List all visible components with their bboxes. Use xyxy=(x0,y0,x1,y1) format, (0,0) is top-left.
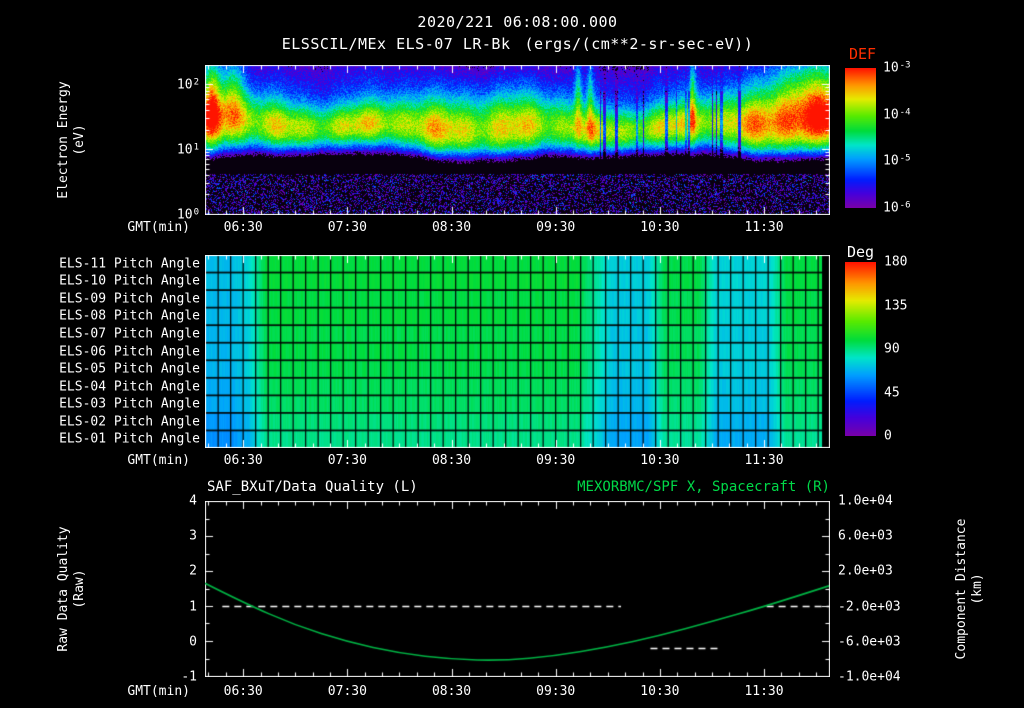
quality-axis-tick: 3 xyxy=(189,528,197,544)
energy-axis-tick: 101 xyxy=(176,142,199,158)
x-tick-label: 08:30 xyxy=(431,453,472,468)
distance-axis-tick: 2.0e+03 xyxy=(838,563,893,579)
pitch-row-label: ELS-08 Pitch Angle xyxy=(59,308,200,324)
pitch-row-label: ELS-06 Pitch Angle xyxy=(59,344,200,359)
def-colorbar-tick: 10-3 xyxy=(883,60,911,76)
quality-axis-tick: 2 xyxy=(189,563,197,579)
energy-axis-tick: 102 xyxy=(176,77,199,93)
pitch-row-label: ELS-11 Pitch Angle xyxy=(59,256,200,272)
pitch-row-label: ELS-10 Pitch Angle xyxy=(59,273,200,289)
def-colorbar-tick: 10-4 xyxy=(883,107,911,123)
quality-axis-tick: 0 xyxy=(189,634,197,650)
x-tick-label: 09:30 xyxy=(536,453,576,468)
x-tick-label: 08:30 xyxy=(431,220,472,235)
quality-axis-tick: -1 xyxy=(181,669,197,685)
generated-labels-layer: 06:30 07:30 08:30 09:30 10:30 11:30 06:30 07:30… xyxy=(0,0,1024,708)
x-tick-label: 09:30 xyxy=(536,684,576,699)
x-tick-label: 06:30 xyxy=(223,220,263,235)
distance-axis-tick: -6.0e+03 xyxy=(838,634,901,650)
x-tick-label: 06:30 xyxy=(223,684,263,699)
energy-axis-tick: 100 xyxy=(176,207,199,223)
x-tick-label: 11:30 xyxy=(744,684,784,699)
x-tick-label: 10:30 xyxy=(640,453,680,468)
x-tick-label: 10:30 xyxy=(640,684,680,699)
x-tick-label: 07:30 xyxy=(327,453,367,468)
pitch-row-label: ELS-05 Pitch Angle xyxy=(59,361,200,377)
distance-axis-tick: -2.0e+03 xyxy=(838,599,901,615)
pitch-row-label: ELS-03 Pitch Angle xyxy=(59,396,200,412)
quality-axis-tick: 4 xyxy=(189,493,197,509)
x-tick-label: 11:30 xyxy=(744,220,784,235)
def-colorbar-tick: 10-5 xyxy=(883,153,911,169)
distance-axis-tick: 6.0e+03 xyxy=(838,528,893,544)
distance-axis-tick: 1.0e+04 xyxy=(838,493,893,509)
quality-axis-tick: 1 xyxy=(189,599,197,615)
pitch-row-label: ELS-07 Pitch Angle xyxy=(59,326,200,342)
x-tick-label: 06:30 xyxy=(223,453,263,468)
x-tick-label: 09:30 xyxy=(536,220,576,235)
mex-els-quicklook-window: 2020/221 06:08:00.000 ELSSCIL/MEx ELS-07… xyxy=(0,0,1024,708)
def-colorbar-tick: 10-6 xyxy=(883,200,911,216)
x-tick-label: 07:30 xyxy=(327,684,367,699)
pitch-row-label: ELS-02 Pitch Angle xyxy=(59,414,200,430)
pitch-row-label: ELS-09 Pitch Angle xyxy=(59,291,200,307)
deg-colorbar-tick: 45 xyxy=(884,385,900,400)
x-tick-label: 10:30 xyxy=(640,220,680,235)
x-tick-label: 07:30 xyxy=(327,220,367,235)
deg-colorbar-tick: 0 xyxy=(884,428,892,444)
deg-colorbar-tick: 90 xyxy=(884,341,900,357)
deg-colorbar-tick: 135 xyxy=(884,298,908,313)
pitch-row-label: ELS-01 Pitch Angle xyxy=(59,431,200,447)
distance-axis-tick: -1.0e+04 xyxy=(838,669,901,685)
x-tick-label: 08:30 xyxy=(431,684,472,699)
deg-colorbar-tick: 180 xyxy=(884,254,908,270)
x-tick-label: 11:30 xyxy=(744,453,784,468)
pitch-row-label: ELS-04 Pitch Angle xyxy=(59,379,200,395)
